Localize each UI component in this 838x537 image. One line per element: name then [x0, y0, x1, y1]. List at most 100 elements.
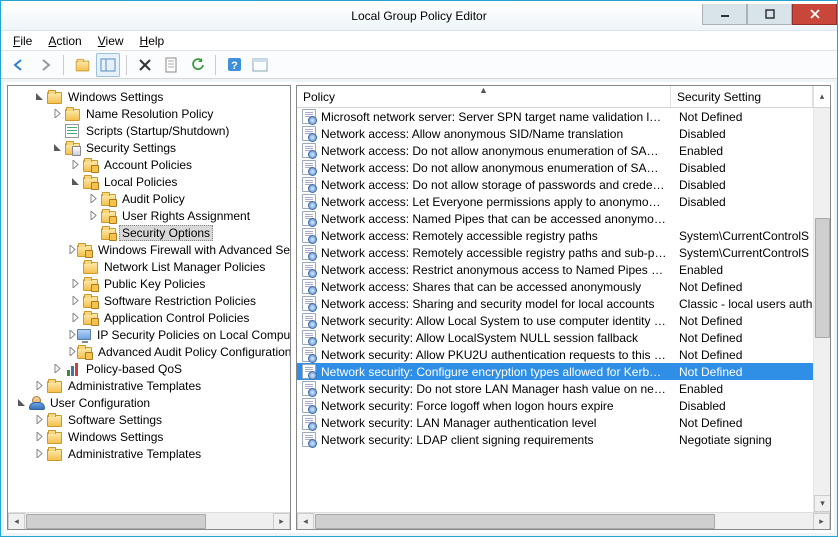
vertical-scrollbar[interactable]: ▾ — [813, 108, 830, 512]
tree-item[interactable]: Account Policies — [8, 156, 290, 173]
policy-cell: Network security: LDAP client signing re… — [321, 433, 673, 447]
scroll-down-button[interactable]: ▾ — [814, 495, 831, 512]
menu-action[interactable]: Action — [42, 33, 87, 49]
tree-item-label: Application Control Policies — [101, 311, 252, 325]
tree-item[interactable]: Public Key Policies — [8, 275, 290, 292]
list-row[interactable]: Network security: Configure encryption t… — [297, 363, 813, 380]
show-tree-button[interactable] — [96, 53, 120, 77]
collapse-icon[interactable] — [32, 90, 46, 104]
tree-item[interactable]: Local Policies — [8, 173, 290, 190]
list-row[interactable]: Microsoft network server: Server SPN tar… — [297, 108, 813, 125]
collapse-icon[interactable] — [50, 141, 64, 155]
menu-view[interactable]: View — [92, 33, 130, 49]
expand-icon[interactable] — [32, 379, 46, 393]
list-row[interactable]: Network access: Remotely accessible regi… — [297, 244, 813, 261]
expand-icon[interactable] — [86, 209, 100, 223]
tree-item-label: Security Options — [119, 225, 213, 241]
list-row[interactable]: Network access: Do not allow anonymous e… — [297, 159, 813, 176]
tree-item[interactable]: Security Options — [8, 224, 290, 241]
list-row[interactable]: Network access: Remotely accessible regi… — [297, 227, 813, 244]
scroll-thumb[interactable] — [815, 218, 830, 338]
tree-item[interactable]: Audit Policy — [8, 190, 290, 207]
menu-help[interactable]: Help — [134, 33, 171, 49]
list-row[interactable]: Network security: LDAP client signing re… — [297, 431, 813, 448]
scroll-right-button[interactable]: ▸ — [273, 513, 290, 530]
policy-item-icon — [301, 330, 317, 346]
expand-icon[interactable] — [68, 243, 77, 257]
expand-icon[interactable] — [68, 277, 82, 291]
tree-item[interactable]: Windows Settings — [8, 88, 290, 105]
list-row[interactable]: Network security: Allow PKU2U authentica… — [297, 346, 813, 363]
properties-button[interactable] — [159, 53, 183, 77]
menu-file[interactable]: File — [7, 33, 38, 49]
tree-item[interactable]: User Rights Assignment — [8, 207, 290, 224]
refresh-button[interactable] — [185, 53, 209, 77]
expand-icon[interactable] — [50, 362, 64, 376]
content-area: Windows SettingsName Resolution PolicySc… — [1, 79, 837, 536]
forward-button[interactable] — [33, 53, 57, 77]
expand-icon[interactable] — [68, 158, 82, 172]
list-row[interactable]: Network access: Named Pipes that can be … — [297, 210, 813, 227]
tree-item[interactable]: Software Settings — [8, 411, 290, 428]
tree-item[interactable]: Administrative Templates — [8, 445, 290, 462]
policy-item-icon — [301, 177, 317, 193]
expand-icon[interactable] — [86, 192, 100, 206]
tree-item[interactable]: Software Restriction Policies — [8, 292, 290, 309]
back-button[interactable] — [7, 53, 31, 77]
tree-horizontal-scrollbar[interactable]: ◂ ▸ — [8, 512, 290, 529]
tree-item[interactable]: Policy-based QoS — [8, 360, 290, 377]
tree-item[interactable]: Security Settings — [8, 139, 290, 156]
column-header-policy[interactable]: Policy ▲ — [297, 86, 671, 107]
list-row[interactable]: Network access: Allow anonymous SID/Name… — [297, 125, 813, 142]
column-header-policy-label: Policy — [303, 90, 335, 104]
policy-cell: Network access: Named Pipes that can be … — [321, 212, 673, 226]
expand-icon[interactable] — [32, 430, 46, 444]
list-view[interactable]: Microsoft network server: Server SPN tar… — [297, 108, 813, 512]
expand-icon[interactable] — [68, 294, 82, 308]
tree-item[interactable]: User Configuration — [8, 394, 290, 411]
up-folder-button[interactable] — [70, 53, 94, 77]
collapse-icon[interactable] — [14, 396, 28, 410]
tree-toggle-spacer — [86, 226, 100, 240]
tree-item[interactable]: Application Control Policies — [8, 309, 290, 326]
expand-icon[interactable] — [32, 447, 46, 461]
expand-icon[interactable] — [32, 413, 46, 427]
list-row[interactable]: Network security: Force logoff when logo… — [297, 397, 813, 414]
list-row[interactable]: Network access: Restrict anonymous acces… — [297, 261, 813, 278]
scroll-up-button[interactable]: ▴ — [813, 86, 830, 107]
tree-item[interactable]: IP Security Policies on Local Computer — [8, 326, 290, 343]
expand-icon[interactable] — [50, 107, 64, 121]
list-row[interactable]: Network security: Allow LocalSystem NULL… — [297, 329, 813, 346]
list-row[interactable]: Network access: Shares that can be acces… — [297, 278, 813, 295]
tree-item[interactable]: Windows Settings — [8, 428, 290, 445]
scroll-left-button[interactable]: ◂ — [8, 513, 25, 530]
expand-icon[interactable] — [68, 345, 77, 359]
tree-item[interactable]: Name Resolution Policy — [8, 105, 290, 122]
tree-view[interactable]: Windows SettingsName Resolution PolicySc… — [8, 86, 290, 512]
column-header-security-setting[interactable]: Security Setting — [671, 86, 813, 107]
list-row[interactable]: Network access: Sharing and security mod… — [297, 295, 813, 312]
expand-icon[interactable] — [68, 311, 82, 325]
policy-cell: Network security: Do not store LAN Manag… — [321, 382, 673, 396]
tree-item[interactable]: Administrative Templates — [8, 377, 290, 394]
list-row[interactable]: Network access: Do not allow storage of … — [297, 176, 813, 193]
delete-button[interactable] — [133, 53, 157, 77]
policy-cell: Network access: Do not allow anonymous e… — [321, 144, 673, 158]
list-row[interactable]: Network access: Do not allow anonymous e… — [297, 142, 813, 159]
collapse-icon[interactable] — [68, 175, 82, 189]
list-row[interactable]: Network security: Allow Local System to … — [297, 312, 813, 329]
list-row[interactable]: Network security: Do not store LAN Manag… — [297, 380, 813, 397]
tree-item[interactable]: Scripts (Startup/Shutdown) — [8, 122, 290, 139]
list-row[interactable]: Network access: Let Everyone permissions… — [297, 193, 813, 210]
setting-cell: Not Defined — [673, 314, 813, 328]
tree-item[interactable]: Network List Manager Policies — [8, 258, 290, 275]
list-row[interactable]: Network security: LAN Manager authentica… — [297, 414, 813, 431]
list-horizontal-scrollbar[interactable]: ◂ ▸ — [297, 512, 830, 529]
scroll-right-button[interactable]: ▸ — [813, 513, 830, 530]
tree-item[interactable]: Advanced Audit Policy Configuration — [8, 343, 290, 360]
tree-item[interactable]: Windows Firewall with Advanced Security — [8, 241, 290, 258]
scroll-left-button[interactable]: ◂ — [297, 513, 314, 530]
filter-button[interactable] — [248, 53, 272, 77]
help-button[interactable]: ? — [222, 53, 246, 77]
expand-icon[interactable] — [68, 328, 77, 342]
